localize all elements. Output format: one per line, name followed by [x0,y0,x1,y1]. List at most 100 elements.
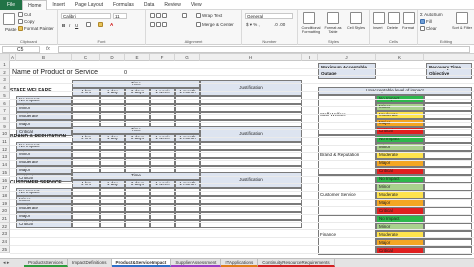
impact-time-cell[interactable] [72,104,100,112]
format-cells-icon[interactable] [403,12,415,24]
align-top-icon[interactable] [150,13,168,19]
column-header-b[interactable]: B [16,54,72,61]
column-header-f[interactable]: F [150,54,175,61]
borders-icon[interactable] [86,22,92,28]
sheet-tab-continuityresourcerequirements[interactable]: ContinuityResourceRequirements [258,259,335,267]
wrap-text-button[interactable]: Wrap Text [196,13,222,19]
impact-time-cell[interactable] [72,196,100,204]
clear-button[interactable]: Clear [420,26,437,32]
row-header[interactable]: 25 [0,245,10,254]
impact-time-cell[interactable] [175,142,200,150]
tab-review[interactable]: Review [159,0,185,10]
impact-time-cell[interactable] [175,96,200,104]
conditional-formatting-icon[interactable] [303,12,315,24]
row-header[interactable]: 8 [0,114,10,123]
cell-styles-button[interactable]: Cell Styles [346,26,366,30]
impact-time-cell[interactable] [150,188,175,196]
impact-time-cell[interactable] [150,196,175,204]
row-header[interactable]: 16 [0,176,10,185]
insert-cells-icon[interactable] [373,12,385,24]
select-all-corner[interactable] [0,54,10,61]
fx-icon[interactable]: fx [46,46,50,52]
row-header[interactable]: 21 [0,215,10,223]
impact-time-cell[interactable] [175,204,200,212]
tab-home[interactable]: Home [22,0,48,10]
formula-input[interactable] [58,46,470,53]
insert-cells-button[interactable]: Insert [373,26,383,30]
impact-time-cell[interactable] [125,204,150,212]
row-header[interactable]: 14 [0,161,10,169]
italic-icon[interactable]: I [69,23,70,28]
cut-button[interactable]: Cut [18,12,31,18]
row-header[interactable]: 20 [0,207,10,215]
impact-time-cell[interactable] [100,96,125,104]
row-header[interactable]: 24 [0,238,10,246]
right-level-value-cell[interactable] [424,239,472,247]
tab-page-layout[interactable]: Page Layout [70,0,108,10]
sheet-tab-impactdefinitions[interactable]: ImpactDefinitions [68,259,112,267]
conditional-formatting-button[interactable]: Conditional Formatting [299,26,323,34]
right-level-value-cell[interactable] [424,127,472,135]
row-header[interactable]: 19 [0,199,10,208]
justification-cell[interactable] [200,96,302,104]
impact-time-cell[interactable] [72,150,100,158]
justification-cell[interactable] [200,104,302,112]
sort-filter-icon[interactable] [456,12,468,24]
impact-time-cell[interactable] [125,96,150,104]
currency-icon[interactable]: $ ▾ % , [246,22,260,28]
right-level-value-cell[interactable] [424,111,472,119]
impact-time-cell[interactable] [100,142,125,150]
impact-time-cell[interactable] [125,150,150,158]
tab-file[interactable]: File [0,0,23,10]
impact-time-cell[interactable] [100,150,125,158]
impact-time-cell[interactable] [150,150,175,158]
underline-icon[interactable]: U [75,23,78,28]
row-header[interactable]: 2 [0,68,10,77]
row-header[interactable]: 17 [0,184,10,192]
right-level-value-cell[interactable] [424,183,472,191]
row-header[interactable]: 7 [0,107,10,115]
impact-time-cell[interactable] [150,96,175,104]
row-header[interactable]: 1 [0,61,10,69]
impact-time-cell[interactable] [100,196,125,204]
tab-data[interactable]: Data [139,0,160,10]
row-header[interactable]: 18 [0,191,10,200]
sheet-tab-itapplications[interactable]: ITApplications [221,259,259,267]
row-header[interactable]: 3 [0,76,10,85]
font-size-select[interactable]: 11 [113,13,127,19]
row-header[interactable]: 6 [0,99,10,108]
format-cells-button[interactable]: Format [402,26,414,30]
column-header-e[interactable]: E [125,54,150,61]
impact-time-cell[interactable] [100,188,125,196]
orientation-icon[interactable] [182,13,188,19]
justification-cell[interactable] [200,196,302,204]
impact-time-cell[interactable] [72,204,100,212]
tab-view[interactable]: View [186,0,207,10]
delete-cells-icon[interactable] [388,12,400,24]
right-level-value-cell[interactable] [424,119,472,127]
sheet-tab-product-service-impact[interactable]: Product&ServiceImpact [111,259,172,267]
impact-time-cell[interactable] [125,196,150,204]
impact-time-cell[interactable] [72,188,100,196]
impact-time-cell[interactable] [125,188,150,196]
column-header-d[interactable]: D [100,54,125,61]
cell-styles-icon[interactable] [350,12,362,24]
column-header-i[interactable]: I [302,54,318,61]
row-header[interactable]: 5 [0,91,10,100]
sheet-tab-productsservices[interactable]: ProductsServices [24,259,69,267]
justification-cell[interactable] [200,188,302,196]
sheet-nav-arrows-icon[interactable]: ◂ ▸ [3,260,9,266]
row-header[interactable]: 9 [0,122,10,131]
column-header-k[interactable]: K [376,54,424,61]
format-as-table-button[interactable]: Format as Table [323,26,343,34]
impact-time-cell[interactable] [175,104,200,112]
impact-time-cell[interactable] [125,104,150,112]
bold-icon[interactable]: B [62,23,65,28]
column-header-j[interactable]: J [318,54,376,61]
font-name-select[interactable]: Calibri [61,13,111,19]
impact-time-cell[interactable] [100,204,125,212]
number-format-select[interactable]: General [245,13,293,19]
row-header[interactable]: 15 [0,168,10,177]
tab-insert[interactable]: Insert [47,0,70,10]
impact-time-cell[interactable] [100,104,125,112]
